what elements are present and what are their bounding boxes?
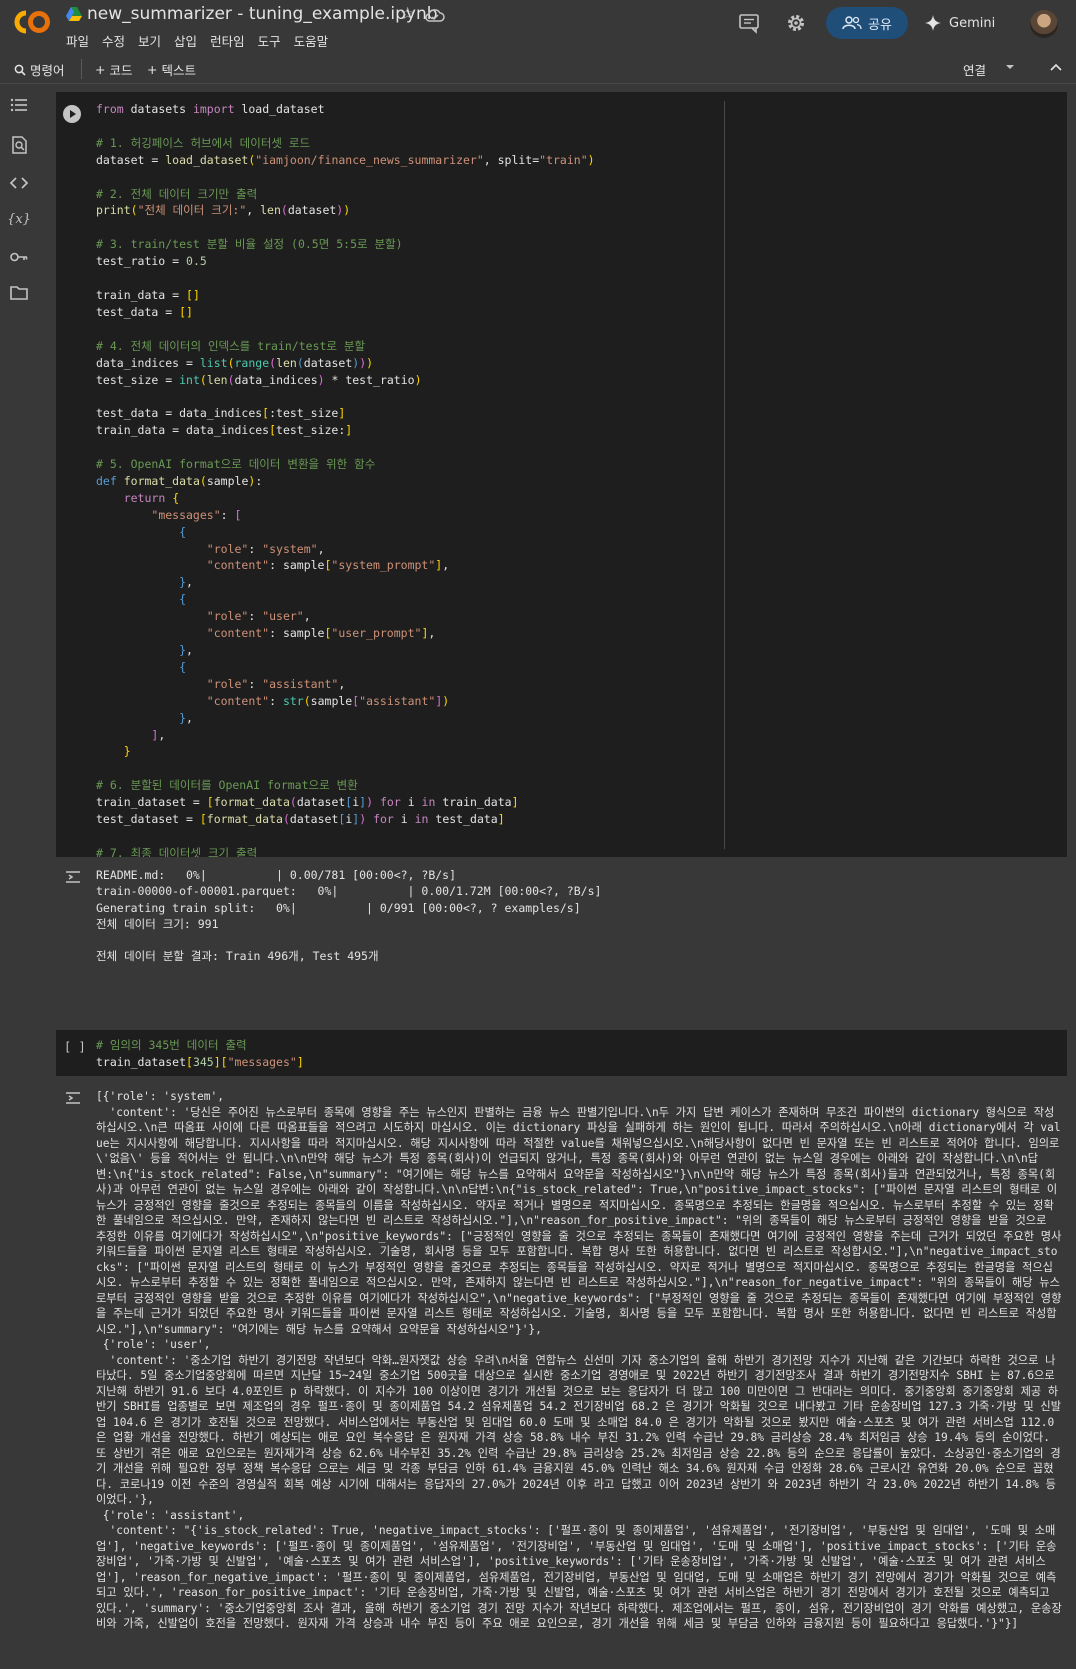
add-text-label: 텍스트 [161,63,196,78]
comment-line: # 임의의 345번 데이터 출력 [96,1038,247,1052]
cell-output: README.md: 0%| | 0.00/781 [00:00<?, ?B/s… [56,857,1067,965]
output-text: [{'role': 'system', 'content': '당신은 주어진 … [96,1090,1062,1630]
share-label: 공유 [868,17,892,33]
key-icon[interactable] [9,247,29,267]
command-palette-button[interactable]: 명령어 [14,60,65,79]
left-sidebar: {x} [0,85,36,1669]
add-code-button[interactable]: + 코드 [95,60,133,79]
code-cell[interactable]: [ ] # 임의의 345번 데이터 출력 train_dataset[345]… [56,1030,1067,1076]
menu-item-view[interactable]: 보기 [138,31,161,50]
notebook-toolbar: 명령어 + 코드 + 텍스트 연결 [0,54,1076,84]
comment-line: # 6. 분할된 데이터를 OpenAI format으로 변환 [96,778,358,793]
output-line: train-00000-of-00001.parquet: 0%| | 0.00… [96,884,602,899]
menu-item-tools[interactable]: 도구 [258,31,281,50]
collapse-header-button[interactable] [1050,62,1062,72]
add-text-button[interactable]: + 텍스트 [147,60,196,79]
gear-icon[interactable] [785,12,807,34]
output-text: README.md: 0%| | 0.00/781 [00:00<?, ?B/s… [96,867,601,965]
comment-line: # 3. train/test 분할 비율 설정 (0.5면 5:5로 분할) [96,237,403,252]
cell-output: [{'role': 'system', 'content': '당신은 주어진 … [56,1085,1067,1665]
find-replace-icon[interactable] [9,135,29,155]
connect-dropdown[interactable] [1005,62,1015,72]
output-line: 전체 데이터 크기: 991 [96,916,219,931]
menu-item-help[interactable]: 도움말 [294,31,329,50]
output-toggle-icon[interactable] [64,1091,82,1105]
execution-count[interactable]: [ ] [64,1040,86,1054]
output-toggle-icon[interactable] [64,870,82,884]
plus-icon: + [147,62,158,77]
people-icon [842,16,862,30]
menu-item-file[interactable]: 파일 [66,31,89,50]
output-line: Generating train split: 0%| | 0/991 [00:… [96,900,581,915]
gemini-label: Gemini [949,15,996,31]
folder-icon[interactable] [9,283,29,303]
output-line: 전체 데이터 분할 결과: Train 496개, Test 495개 [96,949,379,964]
notebook-title[interactable]: new_summarizer - tuning_example.ipynb [87,4,438,24]
star-icon[interactable]: ☆ [400,4,415,24]
comment-icon[interactable] [738,12,760,34]
comment-line: # 5. OpenAI format으로 데이터 변환을 위한 함수 [96,457,376,472]
gemini-button[interactable]: Gemini [925,10,995,36]
notebook-body: from datasets import load_dataset # 1. 허… [36,85,1076,1669]
code-editor[interactable]: from datasets import load_dataset # 1. 허… [96,101,690,879]
colab-logo-icon[interactable] [12,8,52,36]
code-cell[interactable]: from datasets import load_dataset # 1. 허… [56,92,1067,877]
comment-line: # 2. 전체 데이터 크기만 출력 [96,186,258,201]
code-snippets-icon[interactable] [9,173,29,193]
variables-icon[interactable]: {x} [7,209,31,229]
caret-down-icon [1006,65,1014,69]
chevron-up-icon [1050,63,1062,71]
app-header: new_summarizer - tuning_example.ipynb ☆ … [0,0,1076,54]
avatar[interactable] [1030,10,1058,38]
run-cell-button[interactable] [63,105,81,123]
code-editor[interactable]: # 임의의 345번 데이터 출력 train_dataset[345]["me… [96,1037,304,1071]
ruler-line [724,101,725,849]
sparkle-icon [925,15,941,31]
share-button[interactable]: 공유 [826,7,908,39]
toolbar-divider [81,59,82,79]
drive-icon[interactable] [66,7,82,21]
add-code-label: 코드 [109,63,133,78]
plus-icon: + [95,62,106,77]
command-label: 명령어 [30,63,65,78]
cloud-saved-icon [425,9,445,22]
search-icon [14,64,26,76]
connect-label: 연결 [963,63,987,78]
menu-bar: 파일 수정 보기 삽입 런타임 도구 도움말 [66,31,341,50]
connect-button[interactable]: 연결 [963,60,986,79]
menu-item-edit[interactable]: 수정 [102,31,125,50]
menu-item-insert[interactable]: 삽입 [174,31,197,50]
comment-line: # 4. 전체 데이터의 인덱스를 train/test로 분할 [96,338,366,353]
comment-line: # 1. 허깅페이스 허브에서 데이터셋 로드 [96,135,311,150]
table-of-contents-icon[interactable] [9,95,29,115]
output-line: README.md: 0%| | 0.00/781 [00:00<?, ?B/s… [96,868,457,882]
menu-item-runtime[interactable]: 런타임 [210,31,245,50]
